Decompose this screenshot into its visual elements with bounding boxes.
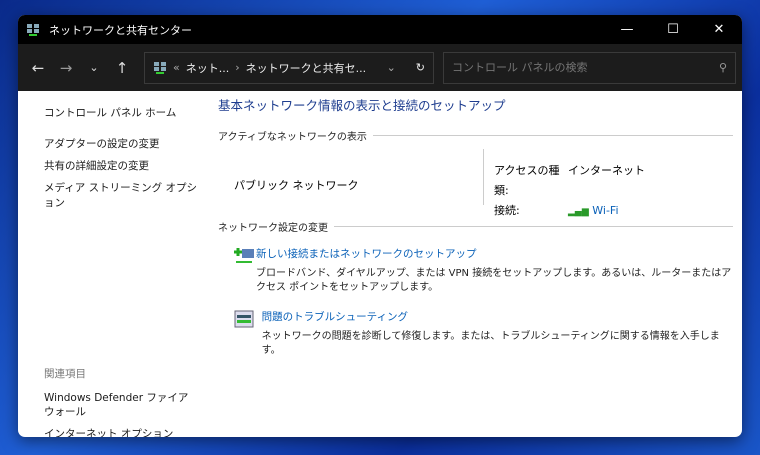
search-input[interactable]: [452, 61, 719, 74]
active-networks-heading: アクティブなネットワークの表示: [218, 128, 733, 143]
recent-locations-button[interactable]: ⌄: [80, 61, 108, 74]
overflow-chevron-icon[interactable]: «: [173, 61, 180, 74]
page-title: 基本ネットワーク情報の表示と接続のセットアップ: [218, 98, 506, 113]
active-network: パブリック ネットワーク アクセスの種類: インターネット 接続: ▂▄▆ Wi-F…: [218, 149, 733, 217]
network-name: パブリック ネットワーク: [234, 179, 359, 192]
breadcrumb-root[interactable]: ネット...: [186, 60, 230, 76]
access-type-value: インターネット: [568, 164, 645, 177]
access-type-label: アクセスの種類:: [494, 164, 560, 197]
close-button[interactable]: ✕: [696, 22, 742, 37]
search-box[interactable]: ⚲: [443, 51, 736, 84]
wifi-connection-link[interactable]: Wi-Fi: [592, 204, 618, 217]
window-title: ネットワークと共有センター: [49, 23, 192, 37]
maximize-button[interactable]: ☐: [650, 22, 696, 37]
adapter-settings-link[interactable]: アダプターの設定の変更: [44, 136, 204, 151]
task-description: ブロードバンド、ダイヤルアップ、または VPN 接続をセットアップします。あるい…: [256, 268, 732, 293]
new-connection-link[interactable]: 新しい接続またはネットワークのセットアップ: [256, 246, 733, 261]
window: ネットワークと共有センター — ☐ ✕ ← → ⌄ ↑ « ネット... › ネット…: [18, 15, 742, 437]
related-heading: 関連項目: [44, 368, 86, 380]
troubleshoot-icon: [234, 310, 254, 328]
forward-button[interactable]: →: [52, 59, 80, 77]
advanced-sharing-link[interactable]: 共有の詳細設定の変更: [44, 158, 204, 173]
firewall-link[interactable]: Windows Defender ファイアウォール: [44, 391, 194, 419]
up-button[interactable]: ↑: [108, 59, 136, 77]
main-content: 基本ネットワーク情報の表示と接続のセットアップ アクティブなネットワークの表示 …: [218, 95, 733, 358]
section-label: アクティブなネットワークの表示: [218, 132, 367, 143]
navigation-bar: ← → ⌄ ↑ « ネット... › ネットワークと共有セ... ⌄ ↻ ⚲: [18, 44, 742, 91]
back-button[interactable]: ←: [24, 59, 52, 77]
network-center-icon: [27, 23, 39, 36]
new-connection-icon: [234, 248, 254, 263]
new-connection-task: 新しい接続またはネットワークのセットアップブロードバンド、ダイヤルアップ、または…: [234, 246, 733, 295]
sidebar: コントロール パネル ホーム アダプターの設定の変更 共有の詳細設定の変更 メデ…: [44, 105, 204, 437]
refresh-icon[interactable]: ↻: [416, 61, 425, 74]
breadcrumb-separator-icon[interactable]: ›: [235, 61, 239, 74]
troubleshoot-link[interactable]: 問題のトラブルシューティング: [262, 309, 733, 324]
task-description: ネットワークの問題を診断して修復します。または、トラブルシューティングに関する情…: [261, 331, 720, 356]
wifi-signal-icon: ▂▄▆: [568, 207, 589, 217]
control-panel-home-link[interactable]: コントロール パネル ホーム: [44, 105, 204, 120]
search-icon[interactable]: ⚲: [719, 61, 727, 74]
section-label: ネットワーク設定の変更: [218, 223, 328, 234]
network-center-icon: [154, 61, 166, 74]
media-streaming-link[interactable]: メディア ストリーミング オプション: [44, 180, 204, 210]
address-bar[interactable]: « ネット... › ネットワークと共有セ... ⌄ ↻: [144, 51, 434, 84]
address-dropdown-icon[interactable]: ⌄: [387, 61, 396, 74]
troubleshoot-task: 問題のトラブルシューティングネットワークの問題を診断して修復します。または、トラ…: [234, 309, 733, 358]
title-bar: ネットワークと共有センター — ☐ ✕: [18, 15, 742, 44]
connection-label: 接続:: [494, 204, 520, 217]
change-settings-heading: ネットワーク設定の変更: [218, 219, 733, 234]
breadcrumb-current[interactable]: ネットワークと共有セ...: [246, 60, 367, 76]
minimize-button[interactable]: —: [604, 22, 650, 37]
internet-options-link[interactable]: インターネット オプション: [44, 426, 204, 437]
